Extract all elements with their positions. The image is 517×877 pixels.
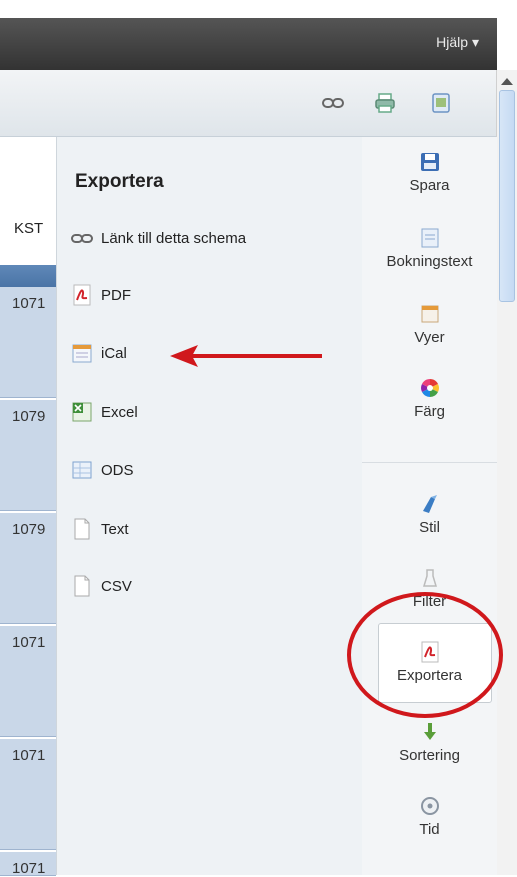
sidebar-label: Färg [414, 403, 445, 420]
pdf-icon [73, 284, 91, 306]
header-bar [0, 18, 497, 70]
sidebar-label: Spara [409, 177, 450, 194]
export-item-label: Excel [101, 403, 138, 421]
filter-icon [422, 569, 437, 587]
row-code: 1071 [12, 295, 46, 312]
text-file-icon [74, 518, 90, 540]
link-icon [71, 234, 93, 243]
print-icon[interactable] [374, 92, 396, 114]
right-sidebar: Spara Bokningstext Vyer Färg Stil Filter… [362, 137, 497, 875]
sidebar-item-tid[interactable]: Tid [362, 795, 497, 839]
sidebar-item-stil[interactable]: Stil [362, 493, 497, 537]
sidebar-label: Stil [419, 519, 440, 536]
sidebar-item-spara[interactable]: Spara [362, 151, 497, 195]
color-wheel-icon [420, 379, 439, 397]
csv-file-icon [74, 575, 90, 597]
table-row[interactable]: 1071 [0, 626, 56, 737]
table-row[interactable]: 1071 [0, 287, 56, 398]
export-panel: Exportera Länk till detta schema PDF iCa… [56, 137, 363, 875]
table-row[interactable]: 1071 [0, 739, 56, 850]
annotation-circle [347, 592, 503, 718]
views-icon [421, 305, 438, 323]
export-item-label: Länk till detta schema [101, 229, 247, 247]
link-icon[interactable] [322, 92, 344, 114]
export-panel-title: Exportera [75, 171, 164, 192]
vertical-scrollbar[interactable] [496, 70, 517, 875]
excel-icon [72, 402, 92, 422]
export-pdf-item[interactable]: PDF [71, 282, 131, 308]
booking-text-icon [421, 228, 438, 248]
ods-icon [72, 461, 92, 479]
top-bar: Hjälp ▾ [0, 0, 517, 70]
export-item-label: PDF [101, 286, 131, 304]
sort-icon [423, 723, 436, 740]
sidebar-label: Vyer [414, 329, 445, 346]
export-ods-item[interactable]: ODS [71, 457, 134, 483]
export-text-item[interactable]: Text [71, 516, 129, 542]
sidebar-item-farg[interactable]: Färg [362, 377, 497, 421]
annotation-arrow-icon [170, 345, 322, 367]
export-link-item[interactable]: Länk till detta schema [71, 225, 246, 251]
grid-header-bar [0, 265, 56, 287]
sidebar-label: Tid [419, 821, 440, 838]
sidebar-label: Sortering [399, 747, 460, 764]
page-icon[interactable] [430, 92, 452, 114]
sidebar-item-bokningstext[interactable]: Bokningstext [362, 227, 497, 271]
toolbar [0, 70, 497, 137]
schedule-grid: KST 1071 1079 1079 1071 1071 1071 [0, 137, 56, 877]
scroll-up-arrow-icon[interactable] [501, 78, 513, 85]
help-menu[interactable]: Hjälp ▾ [436, 34, 479, 51]
save-icon [420, 153, 439, 171]
export-item-label: Text [101, 520, 129, 538]
style-icon [422, 495, 437, 513]
sidebar-label: Bokningstext [386, 253, 473, 270]
table-row[interactable]: 1079 [0, 513, 56, 624]
row-code: 1071 [12, 747, 46, 764]
calendar-icon [72, 344, 92, 363]
export-item-label: CSV [101, 577, 132, 595]
export-item-label: iCal [101, 344, 127, 362]
scroll-thumb[interactable] [499, 90, 515, 302]
export-item-label: ODS [101, 461, 134, 479]
table-row[interactable]: 1079 [0, 400, 56, 511]
row-code: 1071 [12, 634, 46, 651]
clock-icon [420, 797, 439, 815]
sidebar-divider [362, 462, 497, 463]
export-excel-item[interactable]: Excel [71, 399, 138, 425]
sidebar-item-vyer[interactable]: Vyer [362, 303, 497, 347]
export-csv-item[interactable]: CSV [71, 573, 132, 599]
column-header-kst: KST [14, 220, 44, 237]
row-code: 1071 [12, 860, 46, 877]
sidebar-item-sortering[interactable]: Sortering [362, 721, 497, 765]
export-ical-item[interactable]: iCal [71, 340, 127, 366]
table-row[interactable]: 1071 [0, 852, 56, 877]
row-code: 1079 [12, 521, 46, 538]
row-code: 1079 [12, 408, 46, 425]
